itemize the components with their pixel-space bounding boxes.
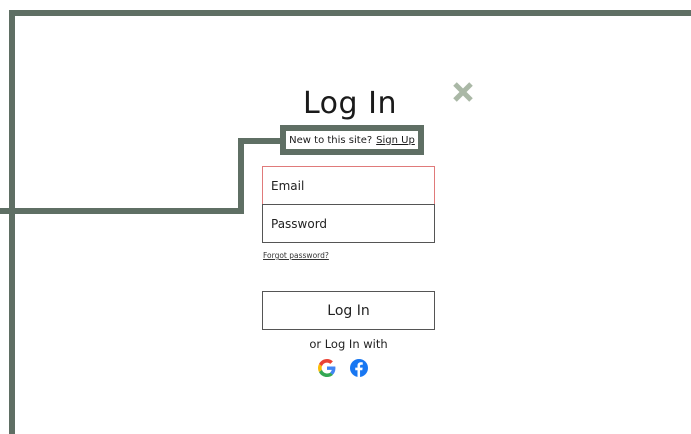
social-login-prompt: or Log In with — [309, 337, 388, 351]
signup-prompt-text: New to this site? — [289, 134, 373, 146]
email-field[interactable]: Email — [262, 166, 435, 205]
decorative-line-connector — [238, 138, 244, 214]
forgot-password-link[interactable]: Forgot password? — [263, 251, 329, 260]
email-placeholder: Email — [271, 178, 305, 193]
decorative-line-top — [9, 10, 691, 16]
password-field[interactable]: Password — [262, 204, 435, 243]
login-button[interactable]: Log In — [262, 291, 435, 330]
decorative-line-to-signup — [238, 138, 282, 144]
signup-prompt: New to this site? Sign Up — [280, 125, 424, 155]
page-title: Log In — [303, 86, 397, 121]
google-icon — [318, 359, 336, 377]
signup-link[interactable]: Sign Up — [376, 135, 415, 146]
facebook-login-button[interactable] — [350, 359, 368, 377]
decorative-line-left — [9, 10, 15, 434]
password-placeholder: Password — [271, 216, 328, 231]
decorative-line-middle — [0, 208, 244, 214]
facebook-icon — [350, 359, 368, 377]
google-login-button[interactable] — [318, 359, 336, 377]
